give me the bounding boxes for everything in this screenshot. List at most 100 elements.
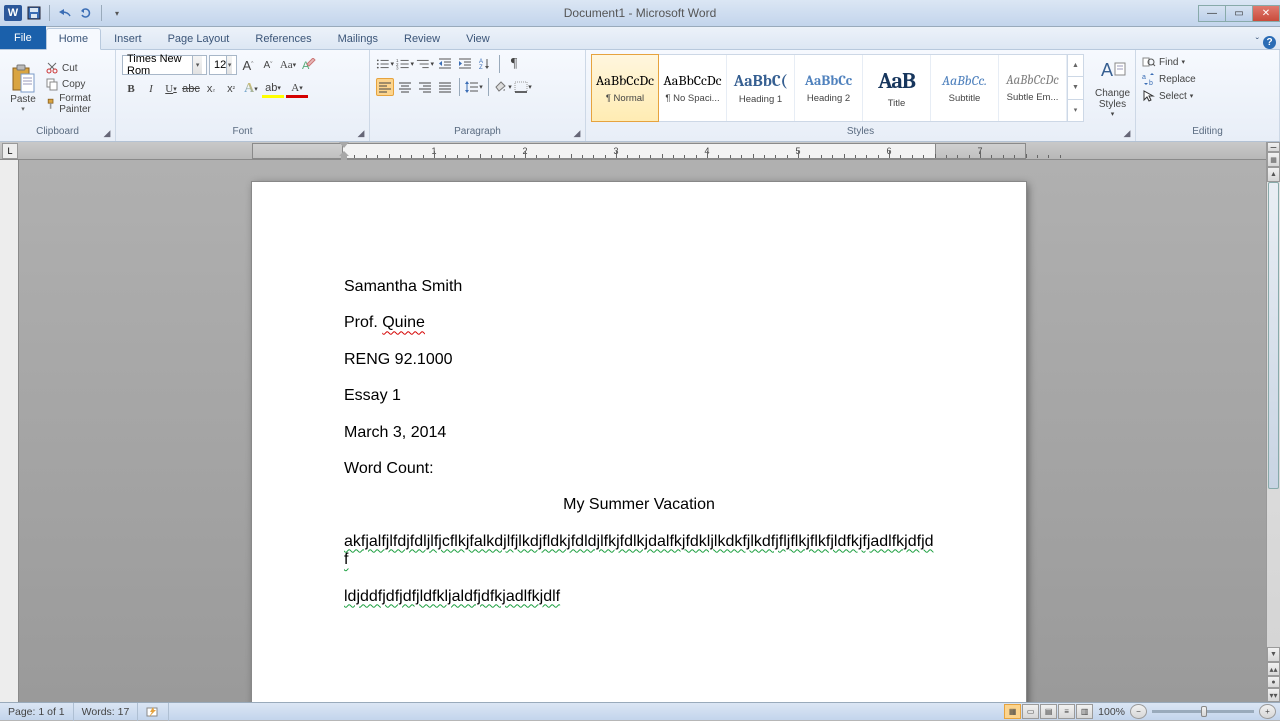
gallery-down[interactable]: ▼ [1068, 77, 1083, 99]
prev-page-button[interactable]: ▴▴ [1267, 662, 1280, 676]
style-item-3[interactable]: AaBbCcHeading 2 [795, 55, 863, 121]
proofing-status[interactable] [138, 703, 169, 721]
align-left-button[interactable] [376, 78, 394, 96]
styles-dialog-launcher[interactable]: ◢ [1121, 127, 1133, 139]
font-size-select[interactable]: 12▾ [209, 55, 237, 75]
zoom-out-button[interactable]: − [1130, 704, 1147, 719]
group-clipboard: Paste ▾ Cut Copy Format Painter Clipboar… [0, 50, 116, 141]
style-item-4[interactable]: AaBTitle [863, 55, 931, 121]
gallery-more[interactable]: ▾ [1068, 100, 1083, 121]
first-line-indent-marker[interactable] [339, 142, 349, 148]
decrease-indent-button[interactable] [436, 55, 454, 73]
gallery-up[interactable]: ▲ [1068, 55, 1083, 77]
font-color-button[interactable]: A▾ [286, 80, 308, 98]
select-button[interactable]: Select ▾ [1142, 89, 1193, 103]
underline-button[interactable]: U▾ [162, 80, 180, 98]
redo-icon[interactable] [77, 4, 95, 22]
format-painter-button[interactable]: Format Painter [45, 93, 112, 115]
clipboard-dialog-launcher[interactable]: ◢ [101, 127, 113, 139]
grow-font-button[interactable]: Aˆ [239, 56, 257, 74]
sort-button[interactable]: AZ [476, 55, 494, 73]
justify-button[interactable] [436, 78, 454, 96]
ruler-toggle-icon[interactable]: ▦ [1267, 152, 1280, 167]
style-item-2[interactable]: AaBbC(Heading 1 [727, 55, 795, 121]
draft-view[interactable]: ▥ [1076, 704, 1093, 719]
next-page-button[interactable]: ▾▾ [1267, 688, 1280, 702]
align-right-button[interactable] [416, 78, 434, 96]
replace-button[interactable]: abReplace [1142, 72, 1196, 86]
highlight-button[interactable]: ab▾ [262, 80, 284, 98]
qat-customize-icon[interactable]: ▾ [108, 4, 126, 22]
zoom-slider[interactable] [1152, 710, 1254, 713]
browse-object-button[interactable]: ● [1267, 676, 1280, 688]
page-content[interactable]: Samantha SmithProf. QuineRENG 92.1000Ess… [252, 182, 1026, 606]
zoom-in-button[interactable]: + [1259, 704, 1276, 719]
font-family-select[interactable]: Times New Rom▾ [122, 55, 207, 75]
increase-indent-button[interactable] [456, 55, 474, 73]
bold-button[interactable]: B [122, 80, 140, 98]
minimize-button[interactable]: — [1198, 5, 1226, 22]
vertical-scrollbar[interactable]: ─ ▦ ▲ ▼ ▴▴ ● ▾▾ [1266, 142, 1280, 702]
maximize-button[interactable]: ▭ [1225, 5, 1253, 22]
change-styles-button[interactable]: A Change Styles▾ [1088, 55, 1137, 121]
text-effects-button[interactable]: A▾ [242, 80, 260, 98]
minimize-ribbon-icon[interactable]: ˇ [1256, 37, 1259, 48]
word-count-status[interactable]: Words: 17 [74, 703, 139, 721]
hanging-indent-marker[interactable] [339, 151, 349, 160]
borders-button[interactable]: ▾ [514, 78, 532, 96]
font-dialog-launcher[interactable]: ◢ [355, 127, 367, 139]
style-item-1[interactable]: AaBbCcDc¶ No Spaci... [659, 55, 727, 121]
page[interactable]: Samantha SmithProf. QuineRENG 92.1000Ess… [252, 182, 1026, 702]
numbering-button[interactable]: 123▾ [396, 55, 414, 73]
page-status[interactable]: Page: 1 of 1 [0, 703, 74, 721]
change-styles-icon: A [1098, 58, 1128, 88]
tab-page-layout[interactable]: Page Layout [155, 28, 243, 50]
save-icon[interactable] [25, 4, 43, 22]
multilevel-list-button[interactable]: ▾ [416, 55, 434, 73]
strikethrough-button[interactable]: abc [182, 80, 200, 98]
style-item-6[interactable]: AaBbCcDcSubtle Em... [999, 55, 1067, 121]
scroll-up-button[interactable]: ▲ [1267, 167, 1280, 182]
paste-button[interactable]: Paste ▾ [3, 61, 43, 116]
tab-mailings[interactable]: Mailings [325, 28, 391, 50]
help-icon[interactable]: ? [1263, 36, 1276, 49]
full-screen-view[interactable]: ▭ [1022, 704, 1039, 719]
undo-icon[interactable] [56, 4, 74, 22]
style-gallery[interactable]: AaBbCcDc¶ NormalAaBbCcDc¶ No Spaci...AaB… [591, 54, 1084, 122]
zoom-level[interactable]: 100% [1098, 706, 1125, 718]
horizontal-ruler[interactable]: 1234567 [252, 143, 1026, 159]
cut-button[interactable]: Cut [45, 61, 112, 75]
style-item-0[interactable]: AaBbCcDc¶ Normal [591, 54, 659, 122]
style-item-5[interactable]: AaBbCc.Subtitle [931, 55, 999, 121]
show-marks-button[interactable]: ¶ [505, 55, 523, 73]
copy-button[interactable]: Copy [45, 77, 112, 91]
vertical-ruler[interactable] [0, 160, 19, 702]
scissors-icon [45, 61, 59, 75]
tab-file[interactable]: File [0, 26, 46, 49]
scroll-thumb[interactable] [1268, 182, 1279, 489]
find-button[interactable]: Find ▾ [1142, 55, 1185, 69]
tab-stop-selector[interactable]: L [2, 143, 18, 159]
print-layout-view[interactable]: ▦ [1004, 704, 1021, 719]
scroll-down-button[interactable]: ▼ [1267, 647, 1280, 662]
italic-button[interactable]: I [142, 80, 160, 98]
close-button[interactable]: ✕ [1252, 5, 1280, 22]
line-spacing-button[interactable]: ▾ [465, 78, 483, 96]
tab-references[interactable]: References [242, 28, 324, 50]
tab-home[interactable]: Home [46, 28, 101, 50]
tab-insert[interactable]: Insert [101, 28, 155, 50]
clear-formatting-button[interactable]: A [299, 56, 317, 74]
outline-view[interactable]: ≡ [1058, 704, 1075, 719]
split-handle[interactable]: ─ [1267, 142, 1280, 152]
align-center-button[interactable] [396, 78, 414, 96]
tab-view[interactable]: View [453, 28, 503, 50]
web-layout-view[interactable]: ▤ [1040, 704, 1057, 719]
subscript-button[interactable]: x₂ [202, 80, 220, 98]
bullets-button[interactable]: ▾ [376, 55, 394, 73]
paragraph-dialog-launcher[interactable]: ◢ [571, 127, 583, 139]
tab-review[interactable]: Review [391, 28, 453, 50]
shrink-font-button[interactable]: Aˇ [259, 56, 277, 74]
superscript-button[interactable]: x² [222, 80, 240, 98]
change-case-button[interactable]: Aa▾ [279, 56, 297, 74]
shading-button[interactable]: ▾ [494, 78, 512, 96]
